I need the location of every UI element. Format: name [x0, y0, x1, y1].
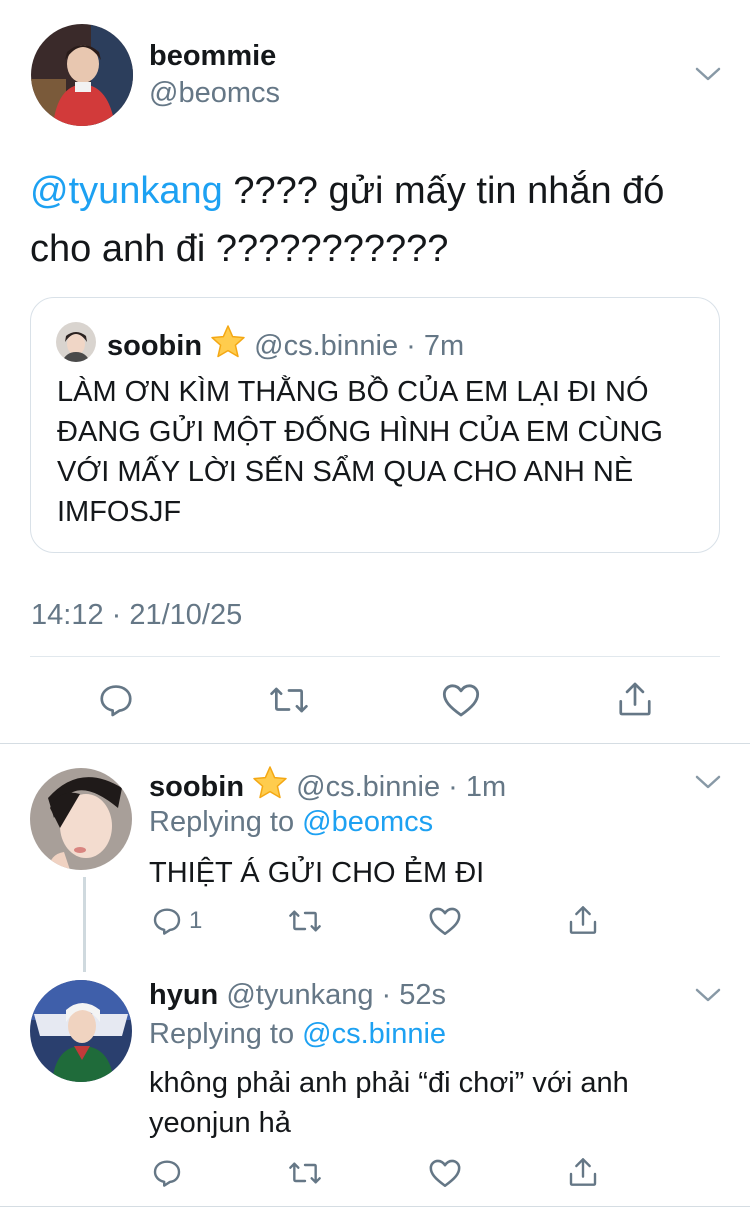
replying-to-link[interactable]: @beomcs [302, 806, 433, 838]
quoted-tweet-text: LÀM ƠN KÌM THẰNG BỒ CỦA EM LẠI ĐI NÓ ĐAN… [57, 372, 663, 532]
quoted-text-line: IMFOSJF [57, 496, 182, 528]
reply-author-avatar[interactable] [30, 980, 132, 1082]
retweet-button[interactable] [287, 1157, 323, 1189]
like-button[interactable] [428, 905, 462, 937]
quoted-display-name: soobin [107, 330, 203, 362]
reply-text: THIỆT Á GỬI CHO ẺM ĐI [149, 853, 484, 893]
share-button[interactable] [567, 1155, 599, 1189]
star-emoji-icon [210, 325, 246, 367]
reply-author-avatar[interactable] [30, 768, 132, 870]
reply-button[interactable] [97, 681, 135, 719]
reply-text: không phải anh phải “đi chơi” với anh ye… [149, 1063, 629, 1143]
like-icon [429, 1159, 461, 1188]
share-icon [569, 1158, 597, 1186]
reply-icon [153, 1160, 181, 1187]
retweet-icon [270, 687, 308, 713]
like-button[interactable] [428, 1157, 462, 1189]
retweet-icon [289, 1162, 321, 1184]
reply-text-line: yeonjun hả [149, 1107, 291, 1139]
quoted-text-line: LÀM ƠN KÌM THẰNG BỒ CỦA EM LẠI ĐI NÓ [57, 376, 649, 408]
main-text-line1: ???? gửi mấy tin nhắn đó [222, 170, 665, 212]
quoted-text-line: VỚI MẤY LỜI SẾN SẨM QUA CHO ANH NÈ [57, 456, 634, 488]
section-divider [0, 1206, 750, 1207]
replying-to-link[interactable]: @cs.binnie [302, 1018, 446, 1050]
tweet-timestamp: 14:12 · 21/10/25 [31, 599, 243, 631]
reply-icon [100, 685, 132, 717]
quoted-tweet-card[interactable]: soobin @cs.binnie · 7m LÀM ƠN KÌM THẰNG … [30, 297, 720, 553]
reply-text-line: không phải anh phải “đi chơi” với anh [149, 1067, 629, 1099]
mention-link[interactable]: @tyunkang [30, 170, 223, 212]
quoted-time: · 7m [406, 330, 465, 362]
retweet-button[interactable] [287, 905, 323, 937]
replying-to-line: Replying to @cs.binnie [149, 1018, 446, 1051]
star-emoji-icon [252, 766, 288, 808]
section-divider [0, 743, 750, 744]
replying-to-label: Replying to [149, 806, 303, 838]
reply-time: · 52s [381, 979, 447, 1011]
chevron-down-icon[interactable] [694, 64, 722, 84]
reply-display-name[interactable]: soobin [149, 771, 244, 803]
share-button[interactable] [567, 903, 599, 937]
main-text-line2: cho anh đi ??????????? [30, 228, 449, 270]
reply-icon [153, 908, 181, 935]
quoted-handle: @cs.binnie [254, 330, 399, 362]
reply-display-name[interactable]: hyun [149, 979, 218, 1011]
thread-line [83, 877, 86, 972]
replying-to-line: Replying to @beomcs [149, 806, 433, 839]
share-button[interactable] [616, 679, 654, 719]
reply-handle[interactable]: @tyunkang [226, 979, 373, 1011]
reply-text-line: THIỆT Á GỬI CHO ẺM ĐI [149, 857, 485, 889]
retweet-icon [289, 910, 321, 932]
share-icon [569, 906, 597, 934]
reply-handle[interactable]: @cs.binnie [296, 771, 440, 803]
retweet-button[interactable] [268, 681, 310, 719]
replying-to-label: Replying to [149, 1018, 303, 1050]
reply-time: · 1m [448, 771, 507, 803]
share-icon [619, 682, 651, 716]
like-icon [442, 684, 480, 717]
main-display-name[interactable]: beommie [149, 40, 276, 73]
chevron-down-icon[interactable] [694, 985, 722, 1005]
reply-button[interactable]: 1 [151, 905, 202, 937]
main-author-avatar[interactable] [31, 24, 133, 126]
like-button[interactable] [441, 681, 481, 719]
divider [30, 656, 720, 657]
quoted-text-line: ĐANG GỬI MỘT ĐỐNG HÌNH CỦA EM CÙNG [57, 416, 663, 448]
quoted-author-avatar [56, 322, 96, 362]
like-icon [429, 907, 461, 936]
chevron-down-icon[interactable] [694, 772, 722, 792]
main-tweet-text: @tyunkang ???? gửi mấy tin nhắn đó cho a… [30, 162, 730, 278]
reply-button[interactable] [151, 1157, 183, 1189]
main-handle[interactable]: @beomcs [149, 77, 280, 110]
reply-count: 1 [189, 907, 203, 934]
